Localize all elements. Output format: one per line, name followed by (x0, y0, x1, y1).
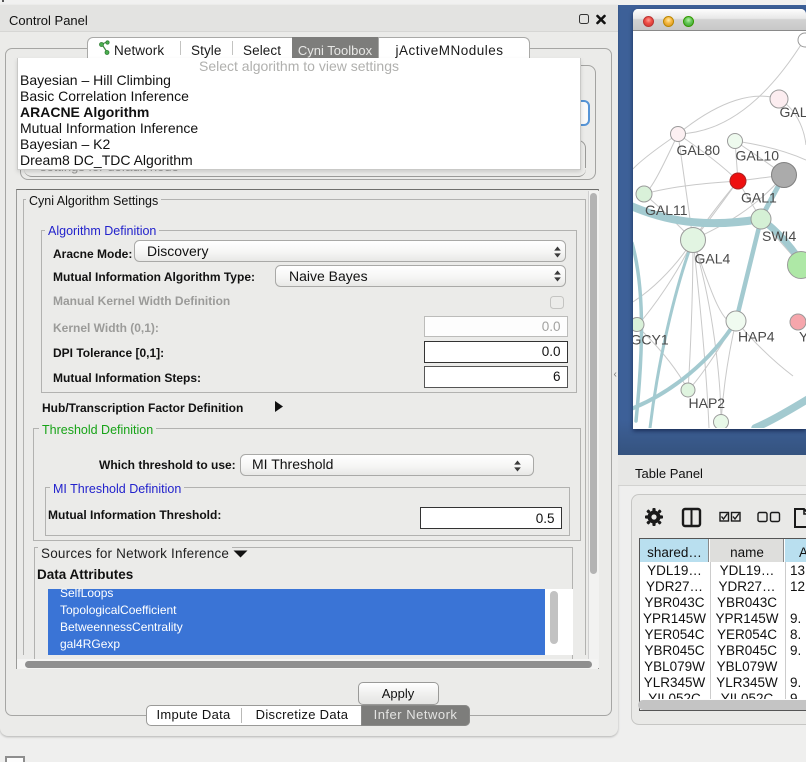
svg-text:GAL11: GAL11 (645, 202, 688, 218)
svg-text:GAL: GAL (780, 104, 806, 120)
svg-text:GAL10: GAL10 (736, 148, 780, 164)
svg-text:GAL1: GAL1 (741, 190, 777, 206)
svg-text:HAP2: HAP2 (689, 395, 726, 411)
svg-text:GCY1: GCY1 (633, 332, 669, 348)
svg-text:HAP4: HAP4 (738, 329, 775, 345)
svg-text:Y: Y (799, 329, 806, 345)
svg-text:SWI4: SWI4 (762, 228, 796, 244)
svg-text:GAL80: GAL80 (677, 142, 721, 158)
svg-text:GAL4: GAL4 (695, 251, 731, 267)
